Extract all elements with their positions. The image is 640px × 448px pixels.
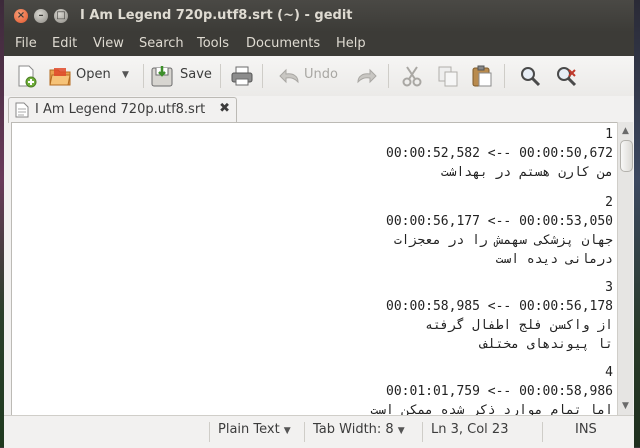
- menu-file[interactable]: File: [15, 36, 37, 51]
- language-selector[interactable]: Plain Text ▼: [209, 422, 306, 442]
- open-button[interactable]: Open ▼: [48, 64, 134, 88]
- editor-line: 00:00:58,986 --> 00:01:01,759: [386, 384, 613, 399]
- editor-line: 00:00:50,672 --> 00:00:52,582: [386, 146, 613, 161]
- print-button[interactable]: [230, 64, 254, 88]
- menu-help[interactable]: Help: [336, 36, 366, 51]
- close-window-button[interactable]: ×: [14, 9, 28, 23]
- chevron-down-icon: ▼: [283, 426, 291, 436]
- editor-line: 3: [605, 280, 613, 295]
- toolbar: Open ▼ Save Undo: [4, 56, 634, 97]
- copy-button[interactable]: [436, 64, 460, 88]
- toolbar-separator: [262, 64, 263, 88]
- toolbar-separator: [504, 64, 505, 88]
- toolbar-separator: [143, 64, 144, 88]
- undo-label: Undo: [304, 67, 338, 82]
- undo-icon: [279, 68, 299, 84]
- open-label: Open: [76, 67, 111, 82]
- redo-icon: [357, 68, 377, 84]
- editor-line: 1: [605, 127, 613, 142]
- editor-line: 00:00:56,178 --> 00:00:58,985: [386, 299, 613, 314]
- menu-bar: File Edit View Search Tools Documents He…: [4, 32, 634, 56]
- save-icon: [151, 66, 173, 87]
- insert-mode-indicator[interactable]: INS: [542, 422, 597, 442]
- search-icon: [521, 67, 541, 87]
- close-tab-icon[interactable]: ✖: [219, 101, 230, 116]
- toolbar-separator: [220, 64, 221, 88]
- menu-documents[interactable]: Documents: [246, 36, 320, 51]
- cut-button[interactable]: [400, 64, 424, 88]
- scrollbar-thumb[interactable]: [620, 140, 633, 172]
- new-document-icon: [18, 65, 37, 88]
- scroll-down-icon[interactable]: ▼: [618, 399, 633, 413]
- text-file-icon: [15, 102, 29, 118]
- paste-button[interactable]: [470, 64, 494, 88]
- editor-line: تا پیوندهای مختلف: [479, 337, 613, 352]
- editor-line: 00:00:53,050 --> 00:00:56,177: [386, 214, 613, 229]
- maximize-window-button[interactable]: □: [54, 9, 68, 23]
- gedit-window: × – □ I Am Legend 720p.utf8.srt (~) - ge…: [4, 0, 634, 448]
- copy-icon: [438, 66, 458, 87]
- tab-width-label: Tab Width: 8: [313, 422, 394, 437]
- chevron-down-icon: ▼: [397, 426, 405, 436]
- window-title: I Am Legend 720p.utf8.srt (~) - gedit: [80, 8, 353, 23]
- redo-button[interactable]: [354, 64, 378, 88]
- editor-line: از واکسن فلج اطفال گرفته: [425, 318, 613, 333]
- tab-document[interactable]: I Am Legend 720p.utf8.srt ✖: [8, 97, 237, 123]
- cursor-position-label: Ln 3, Col 23: [431, 422, 509, 437]
- undo-button[interactable]: Undo: [278, 64, 348, 88]
- editor-line: 4: [605, 365, 613, 380]
- editor-line: جهان پزشکی سهمش را در معجزات: [393, 233, 613, 248]
- insert-mode-label: INS: [575, 422, 597, 437]
- menu-tools[interactable]: Tools: [197, 36, 229, 51]
- find-button[interactable]: [518, 64, 542, 88]
- language-label: Plain Text: [218, 422, 280, 437]
- menu-search[interactable]: Search: [139, 36, 184, 51]
- printer-icon: [231, 66, 253, 86]
- text-editor[interactable]: 1 00:00:50,672 --> 00:00:52,582 من کارن …: [11, 122, 618, 417]
- editor-line: من کارن هستم در بهداشت: [440, 165, 613, 180]
- scissors-icon: [402, 66, 422, 87]
- document-tab-bar: I Am Legend 720p.utf8.srt ✖: [4, 96, 634, 123]
- cursor-position: Ln 3, Col 23: [422, 422, 527, 442]
- minimize-window-button[interactable]: –: [34, 9, 48, 23]
- tab-width-selector[interactable]: Tab Width: 8 ▼: [304, 422, 423, 442]
- new-document-button[interactable]: [14, 64, 40, 88]
- status-bar: Plain Text ▼ Tab Width: 8 ▼ Ln 3, Col 23 I…: [4, 415, 634, 448]
- folder-open-icon: [49, 68, 71, 86]
- vertical-scrollbar[interactable]: ▲ ▼: [617, 122, 633, 415]
- toolbar-separator: [388, 64, 389, 88]
- editor-line: 2: [605, 195, 613, 210]
- scroll-up-icon[interactable]: ▲: [618, 124, 633, 138]
- tab-label: I Am Legend 720p.utf8.srt: [35, 102, 206, 117]
- clipboard-icon: [472, 65, 492, 87]
- open-recent-dropdown-icon[interactable]: ▼: [122, 70, 129, 80]
- save-button[interactable]: Save: [150, 64, 212, 88]
- editor-line: درمانی دیده است: [495, 252, 613, 267]
- title-bar[interactable]: × – □ I Am Legend 720p.utf8.srt (~) - ge…: [4, 0, 634, 32]
- menu-view[interactable]: View: [93, 36, 124, 51]
- menu-edit[interactable]: Edit: [52, 36, 77, 51]
- find-replace-icon: [557, 67, 577, 87]
- save-label: Save: [180, 67, 212, 82]
- find-replace-button[interactable]: [554, 64, 580, 88]
